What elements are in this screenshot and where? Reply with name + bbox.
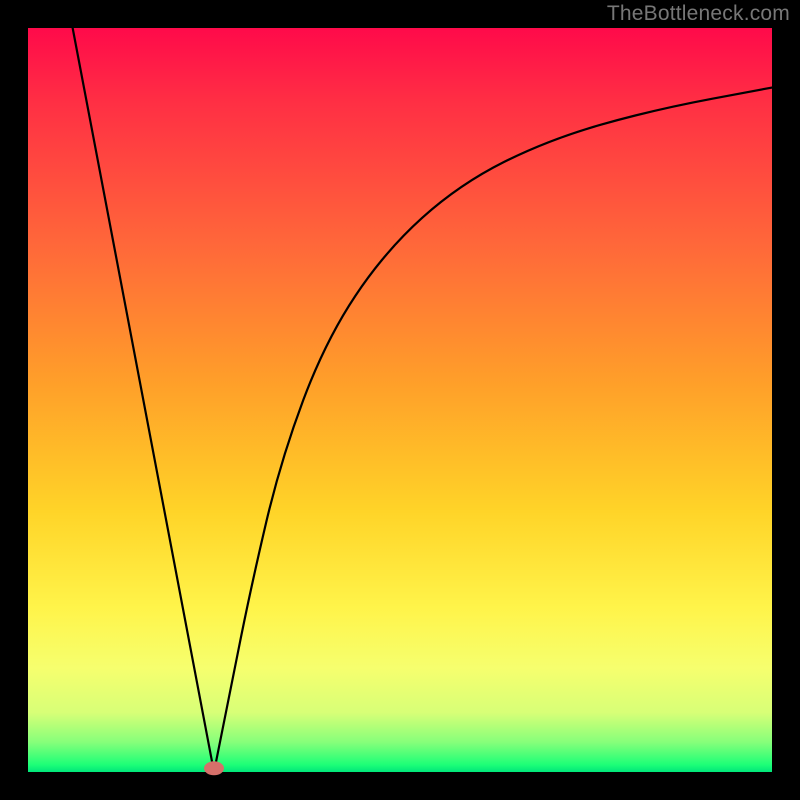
curve-left-branch <box>73 28 214 772</box>
curve-svg <box>28 28 772 772</box>
plot-area <box>28 28 772 772</box>
watermark-text: TheBottleneck.com <box>607 2 790 26</box>
chart-frame: TheBottleneck.com <box>0 0 800 800</box>
curve-right-branch <box>214 88 772 772</box>
optimal-marker <box>204 761 224 775</box>
